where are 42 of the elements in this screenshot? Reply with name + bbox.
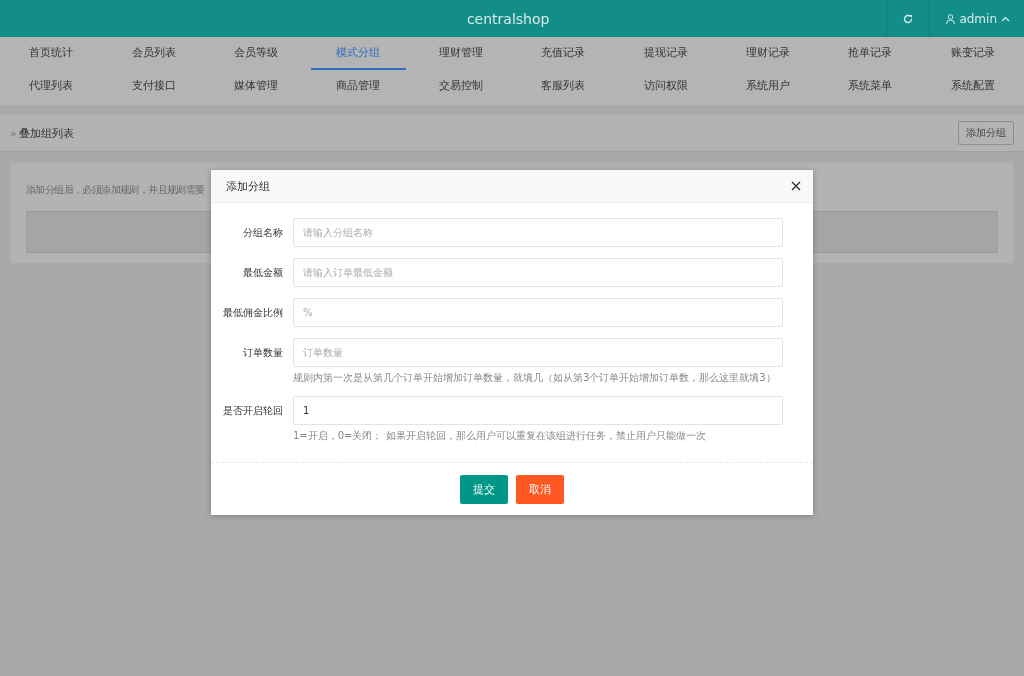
dialog-title: 添加分组 [226, 178, 271, 194]
nav-tab[interactable]: 代理列表 [4, 70, 99, 103]
field-label: 分组名称 [242, 226, 283, 240]
nav-tab[interactable]: 支付接口 [106, 70, 201, 103]
input-field[interactable]: 1 [293, 396, 783, 425]
page-title: 叠加组列表 [18, 126, 74, 140]
field-label: 订单数量 [242, 346, 283, 360]
hint-text: 1=开启，0=关闭； 如果开启轮回，那么用户可以重复在该组进行任务，禁止用户只能做一次 [293, 429, 707, 443]
nav-tab[interactable]: 系统菜单 [823, 70, 918, 103]
close-icon[interactable] [791, 181, 801, 191]
input-field[interactable]: 请输入订单最低金额 [293, 258, 783, 287]
nav-tab[interactable]: 理财记录 [720, 37, 816, 70]
nav-tab[interactable]: 充值记录 [516, 37, 611, 70]
nav-tab[interactable]: 提现记录 [618, 37, 713, 70]
chevron-icon: » [10, 126, 17, 140]
nav-tab[interactable]: 抢单记录 [823, 37, 918, 70]
nav-tab[interactable]: 会员等级 [208, 37, 304, 70]
nav-tab[interactable]: 理财管理 [413, 37, 508, 70]
add-group-button[interactable]: 添加分组 [958, 121, 1014, 145]
submit-button[interactable]: 提交 [460, 475, 508, 504]
nav-tab[interactable]: 交易控制 [413, 70, 508, 103]
nav-tab[interactable]: 系统用户 [720, 70, 816, 103]
refresh-icon[interactable] [903, 13, 914, 24]
field-label: 是否开启轮回 [222, 404, 283, 418]
user-icon [946, 13, 956, 24]
nav-tab[interactable]: 商品管理 [311, 70, 406, 103]
field-label: 最低金额 [242, 266, 283, 280]
nav-tab[interactable]: 访问权限 [618, 70, 713, 103]
nav-tab[interactable]: 首页统计 [4, 37, 99, 70]
hint-text: 规则内第一次是从第几个订单开始增加订单数量，就填几（如从第3个订单开始增加订单数，那么这里就填3） [293, 371, 777, 385]
nav-tab[interactable]: 会员列表 [106, 37, 201, 70]
nav-tab[interactable]: 账变记录 [925, 37, 1020, 70]
app-title: centralshop [465, 10, 551, 27]
input-field[interactable]: 请输入分组名称 [293, 218, 783, 247]
nav-tab[interactable]: 媒体管理 [208, 70, 304, 103]
nav-tab[interactable]: 系统配置 [925, 70, 1020, 103]
input-field[interactable]: % [293, 298, 783, 327]
input-field[interactable]: 订单数量 [293, 338, 783, 367]
field-label: 最低佣金比例 [222, 306, 283, 320]
caret-icon [1001, 15, 1010, 22]
notice-text: 添加分组后，必须添加规则，并且规则需要 [26, 183, 205, 197]
nav-tab[interactable]: 客服列表 [516, 70, 611, 103]
